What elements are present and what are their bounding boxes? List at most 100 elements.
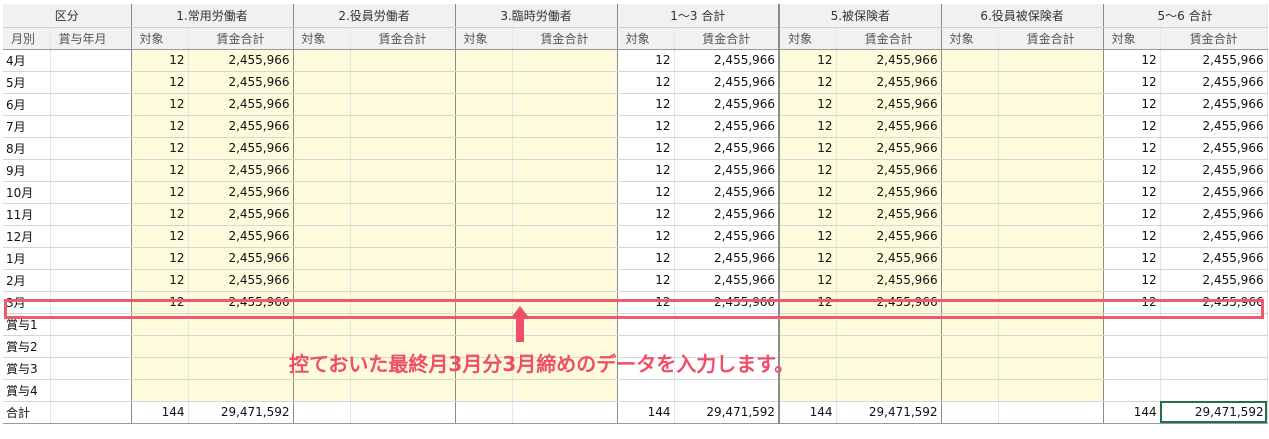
insured-wage-cell[interactable]: 2,455,966 <box>836 181 942 204</box>
insured-wage-cell[interactable] <box>836 335 942 358</box>
insured-wage-cell[interactable]: 2,455,966 <box>836 291 942 314</box>
officer-insured-count-cell[interactable] <box>941 313 999 336</box>
bonus-month-cell[interactable] <box>50 71 132 94</box>
officer-wage-cell[interactable] <box>350 247 456 270</box>
bonus-month-cell[interactable] <box>50 93 132 116</box>
officer-insured-count-cell[interactable] <box>941 247 999 270</box>
bonus-month-cell[interactable] <box>50 291 132 314</box>
bonus-month-cell[interactable] <box>50 203 132 226</box>
regular-count-cell[interactable]: 12 <box>131 247 189 270</box>
officer-wage-cell[interactable] <box>350 71 456 94</box>
officer-insured-wage-cell[interactable] <box>998 291 1104 314</box>
officer-insured-count-cell[interactable] <box>941 225 999 248</box>
bonus-month-cell[interactable] <box>50 181 132 204</box>
regular-wage-cell[interactable]: 2,455,966 <box>188 159 294 182</box>
temporary-count-cell[interactable] <box>455 269 513 292</box>
officer-count-cell[interactable] <box>293 313 351 336</box>
officer-count-cell[interactable] <box>293 291 351 314</box>
officer-count-cell[interactable] <box>293 269 351 292</box>
regular-count-cell[interactable]: 12 <box>131 291 189 314</box>
insured-wage-cell[interactable] <box>836 313 942 336</box>
officer-insured-count-cell[interactable] <box>941 181 999 204</box>
regular-wage-cell[interactable]: 2,455,966 <box>188 269 294 292</box>
temporary-wage-cell[interactable] <box>512 181 618 204</box>
officer-insured-wage-cell[interactable] <box>998 379 1104 402</box>
officer-insured-wage-cell[interactable] <box>998 71 1104 94</box>
insured-wage-cell[interactable] <box>836 379 942 402</box>
officer-insured-wage-cell[interactable] <box>998 225 1104 248</box>
temporary-count-cell[interactable] <box>455 313 513 336</box>
regular-wage-cell[interactable]: 2,455,966 <box>188 247 294 270</box>
officer-insured-wage-cell[interactable] <box>998 137 1104 160</box>
insured-count-cell[interactable]: 12 <box>779 137 837 160</box>
officer-wage-cell[interactable] <box>350 137 456 160</box>
regular-wage-cell[interactable]: 2,455,966 <box>188 203 294 226</box>
officer-insured-wage-cell[interactable] <box>998 269 1104 292</box>
officer-wage-cell[interactable] <box>350 181 456 204</box>
insured-wage-cell[interactable]: 2,455,966 <box>836 203 942 226</box>
insured-wage-cell[interactable]: 2,455,966 <box>836 269 942 292</box>
officer-wage-cell[interactable] <box>350 159 456 182</box>
officer-insured-wage-cell[interactable] <box>998 115 1104 138</box>
regular-count-cell[interactable]: 12 <box>131 71 189 94</box>
insured-count-cell[interactable]: 12 <box>779 247 837 270</box>
officer-insured-count-cell[interactable] <box>941 115 999 138</box>
officer-wage-cell[interactable] <box>350 225 456 248</box>
regular-count-cell[interactable]: 12 <box>131 49 189 72</box>
insured-wage-cell[interactable]: 2,455,966 <box>836 71 942 94</box>
officer-insured-count-cell[interactable] <box>941 357 999 380</box>
regular-count-cell[interactable]: 12 <box>131 137 189 160</box>
officer-insured-count-cell[interactable] <box>941 93 999 116</box>
regular-count-cell[interactable] <box>131 313 189 336</box>
temporary-wage-cell[interactable] <box>512 115 618 138</box>
regular-count-cell[interactable]: 12 <box>131 181 189 204</box>
temporary-count-cell[interactable] <box>455 225 513 248</box>
bonus-month-cell[interactable] <box>50 357 132 380</box>
officer-insured-wage-cell[interactable] <box>998 159 1104 182</box>
regular-wage-cell[interactable]: 2,455,966 <box>188 49 294 72</box>
insured-wage-cell[interactable]: 2,455,966 <box>836 137 942 160</box>
regular-count-cell[interactable]: 12 <box>131 203 189 226</box>
total56-wage-cell[interactable]: 29,471,592 <box>1160 401 1268 424</box>
officer-count-cell[interactable] <box>293 181 351 204</box>
officer-insured-wage-cell[interactable] <box>998 247 1104 270</box>
officer-insured-count-cell[interactable] <box>941 137 999 160</box>
bonus-month-cell[interactable] <box>50 269 132 292</box>
regular-count-cell[interactable]: 12 <box>131 93 189 116</box>
insured-wage-cell[interactable]: 2,455,966 <box>836 49 942 72</box>
insured-wage-cell[interactable]: 2,455,966 <box>836 225 942 248</box>
regular-count-cell[interactable] <box>131 335 189 358</box>
officer-wage-cell[interactable] <box>350 291 456 314</box>
bonus-month-cell[interactable] <box>50 159 132 182</box>
officer-insured-count-cell[interactable] <box>941 203 999 226</box>
insured-count-cell[interactable]: 12 <box>779 93 837 116</box>
temporary-count-cell[interactable] <box>455 49 513 72</box>
officer-insured-count-cell[interactable] <box>941 49 999 72</box>
insured-count-cell[interactable]: 12 <box>779 291 837 314</box>
insured-count-cell[interactable] <box>779 313 837 336</box>
temporary-count-cell[interactable] <box>455 291 513 314</box>
officer-count-cell[interactable] <box>293 49 351 72</box>
temporary-wage-cell[interactable] <box>512 159 618 182</box>
bonus-month-cell[interactable] <box>50 313 132 336</box>
officer-count-cell[interactable] <box>293 71 351 94</box>
bonus-month-cell[interactable] <box>50 137 132 160</box>
insured-count-cell[interactable] <box>779 379 837 402</box>
temporary-count-cell[interactable] <box>455 247 513 270</box>
officer-wage-cell[interactable] <box>350 269 456 292</box>
temporary-wage-cell[interactable] <box>512 225 618 248</box>
bonus-month-cell[interactable] <box>50 49 132 72</box>
regular-wage-cell[interactable]: 2,455,966 <box>188 115 294 138</box>
officer-count-cell[interactable] <box>293 115 351 138</box>
insured-count-cell[interactable]: 12 <box>779 225 837 248</box>
regular-count-cell[interactable] <box>131 357 189 380</box>
insured-wage-cell[interactable]: 2,455,966 <box>836 115 942 138</box>
officer-count-cell[interactable] <box>293 93 351 116</box>
officer-count-cell[interactable] <box>293 159 351 182</box>
regular-wage-cell[interactable] <box>188 357 294 380</box>
regular-wage-cell[interactable] <box>188 313 294 336</box>
regular-wage-cell[interactable]: 2,455,966 <box>188 71 294 94</box>
bonus-month-cell[interactable] <box>50 225 132 248</box>
bonus-month-cell[interactable] <box>50 247 132 270</box>
officer-insured-count-cell[interactable] <box>941 159 999 182</box>
